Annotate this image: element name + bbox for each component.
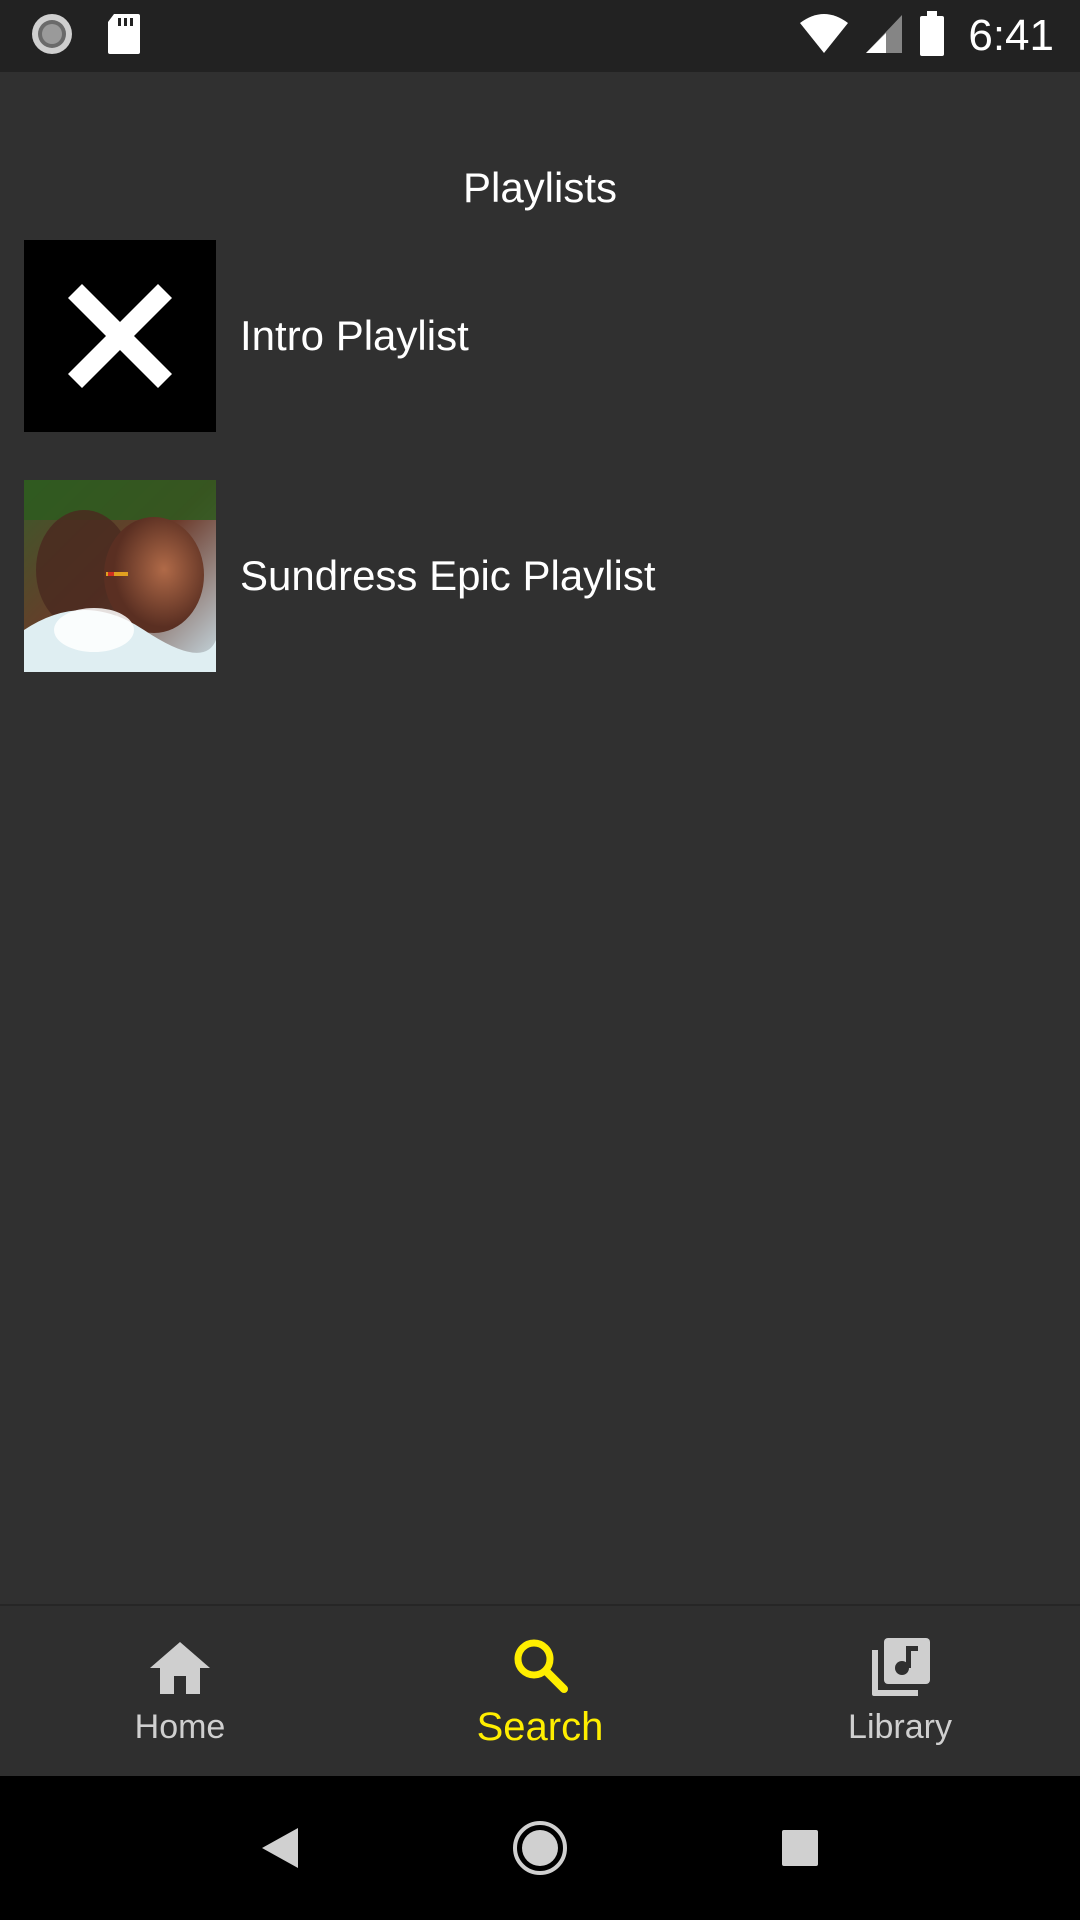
nav-library-label: Library xyxy=(848,1707,952,1746)
search-icon xyxy=(510,1633,570,1697)
nav-search-label: Search xyxy=(476,1704,604,1749)
bottom-navigation: Home Search Library xyxy=(0,1604,1080,1776)
home-circle-icon[interactable] xyxy=(410,1820,670,1876)
system-navigation-bar xyxy=(0,1776,1080,1920)
library-music-icon xyxy=(868,1636,932,1700)
back-icon[interactable] xyxy=(150,1826,410,1870)
playlist-list: Intro Playlist Sundress Epic Playlist xyxy=(0,240,1080,720)
status-time: 6:41 xyxy=(968,11,1054,60)
battery-icon xyxy=(918,10,946,62)
nav-home-label: Home xyxy=(134,1707,226,1746)
status-bar: 6:41 xyxy=(0,0,1080,72)
home-icon xyxy=(148,1636,212,1700)
playlist-item[interactable]: Sundress Epic Playlist xyxy=(0,480,1080,672)
sync-icon xyxy=(30,12,74,61)
recents-icon[interactable] xyxy=(670,1828,930,1868)
x-logo-cover xyxy=(24,240,216,432)
wifi-icon xyxy=(798,13,850,60)
main-content: Playlists Intro Playlist Sundress Epic P… xyxy=(0,72,1080,1604)
photo-cover xyxy=(24,480,216,672)
nav-home[interactable]: Home xyxy=(0,1606,360,1776)
nav-search[interactable]: Search xyxy=(360,1606,720,1776)
playlist-name: Sundress Epic Playlist xyxy=(240,552,656,599)
playlist-item[interactable]: Intro Playlist xyxy=(0,240,1080,432)
signal-icon xyxy=(864,13,904,60)
page-title: Playlists xyxy=(462,164,618,211)
nav-library[interactable]: Library xyxy=(720,1606,1080,1776)
sd-card-icon xyxy=(106,12,142,61)
playlist-name: Intro Playlist xyxy=(240,312,469,359)
